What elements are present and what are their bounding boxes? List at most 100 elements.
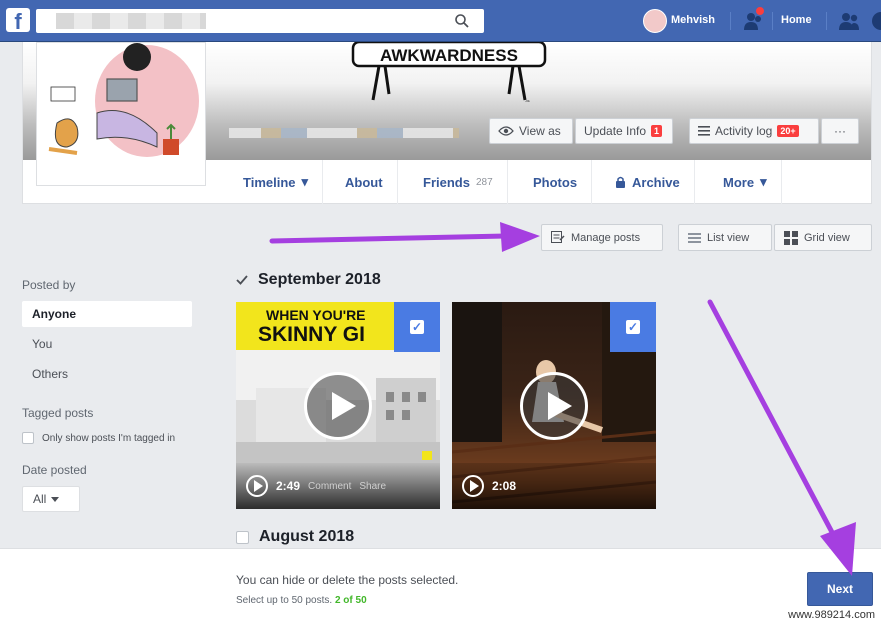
video-controls: 2:08 <box>452 463 656 509</box>
list-view-icon <box>688 232 701 243</box>
selection-instructions: You can hide or delete the posts selecte… <box>236 573 459 587</box>
cover-art-text: AWKWARDNESS <box>380 46 518 65</box>
home-link[interactable]: Home <box>781 14 812 26</box>
post-select-toggle[interactable]: ✓ <box>394 302 440 352</box>
checked-checkbox-icon: ✓ <box>626 320 640 334</box>
update-info-button[interactable]: Update Info 1 <box>575 118 673 144</box>
chevron-down-icon: ▾ <box>301 174 309 189</box>
search-input[interactable] <box>36 9 484 33</box>
search-icon[interactable] <box>454 13 470 29</box>
section-title: August 2018 <box>259 528 355 545</box>
section-header-september: September 2018 <box>236 271 381 289</box>
profile-illustration <box>48 43 199 157</box>
video-duration: 2:49 <box>276 479 301 493</box>
divider <box>826 12 827 30</box>
small-play-icon[interactable] <box>462 475 484 497</box>
play-icon[interactable] <box>304 372 372 440</box>
chevron-down-icon <box>51 496 60 502</box>
list-view-button[interactable]: List view <box>678 224 772 251</box>
post-select-toggle[interactable]: ✓ <box>610 302 656 352</box>
section-checkbox[interactable] <box>236 530 249 544</box>
small-play-icon[interactable] <box>246 475 268 497</box>
share-link[interactable]: Share <box>359 481 386 492</box>
grid-view-icon <box>784 230 798 245</box>
tagged-only-label: Only show posts I'm tagged in <box>42 432 176 444</box>
redacted-text <box>229 128 459 138</box>
grid-view-button[interactable]: Grid view <box>774 224 872 251</box>
tab-more[interactable]: More ▾ <box>709 160 782 204</box>
selection-limit-text: Select up to 50 posts. 2 of 50 <box>236 595 367 606</box>
tab-archive-label: Archive <box>632 174 680 190</box>
section-title: September 2018 <box>258 271 381 288</box>
posted-by-heading: Posted by <box>22 278 76 292</box>
people-icon[interactable] <box>838 10 860 32</box>
svg-text:@: @ <box>525 100 530 102</box>
tab-more-label: More <box>723 174 755 190</box>
more-options-button[interactable]: ··· <box>821 118 859 144</box>
lock-icon <box>616 176 625 188</box>
facebook-logo-icon[interactable]: f <box>6 8 30 32</box>
eye-icon <box>498 126 514 136</box>
list-icon <box>698 126 710 136</box>
profile-picture[interactable] <box>36 42 206 186</box>
selection-count: 2 of 50 <box>334 595 367 606</box>
tab-timeline[interactable]: Timeline ▾ <box>229 160 324 204</box>
tab-archive[interactable]: Archive <box>601 160 695 204</box>
selection-limit: Select up to 50 posts. <box>236 595 333 606</box>
annotation-arrow-icon <box>269 222 540 252</box>
update-info-badge: 1 <box>651 125 663 137</box>
search-text-redacted <box>56 13 206 29</box>
activity-log-label: Activity log <box>715 124 773 138</box>
tab-photos[interactable]: Photos <box>519 160 593 204</box>
cover-illustration: AWKWARDNESS @ <box>351 42 547 102</box>
tab-friends-label: Friends <box>423 174 470 190</box>
watermark: www.989214.com <box>788 609 875 621</box>
activity-log-badge: 20+ <box>777 125 799 137</box>
divider <box>772 12 773 30</box>
date-posted-value: All <box>33 492 47 506</box>
grid-view-label: Grid view <box>804 231 850 244</box>
tagged-only-option[interactable]: Only show posts I'm tagged in <box>22 432 175 444</box>
filter-others[interactable]: Others <box>22 361 192 387</box>
tab-friends[interactable]: Friends 287 <box>409 160 508 204</box>
tagged-only-checkbox[interactable] <box>22 432 34 444</box>
manage-posts-icon <box>551 231 565 243</box>
tab-timeline-label: Timeline <box>243 174 296 190</box>
friends-count: 287 <box>475 176 493 188</box>
section-header-august: August 2018 <box>236 528 354 546</box>
video-overlay-text: SKINNY GI <box>258 323 365 346</box>
list-view-label: List view <box>707 231 750 244</box>
video-post-1[interactable]: WHEN YOU'RE SKINNY GI 2:49 Comment Share… <box>236 302 440 509</box>
divider <box>730 12 731 30</box>
filter-you[interactable]: You <box>22 331 192 357</box>
manage-posts-label: Manage posts <box>571 231 641 244</box>
date-posted-heading: Date posted <box>22 463 87 477</box>
avatar[interactable] <box>643 9 667 33</box>
view-as-label: View as <box>519 124 561 138</box>
tab-photos-label: Photos <box>533 174 578 190</box>
tagged-posts-heading: Tagged posts <box>22 406 94 420</box>
tab-about-label: About <box>345 174 383 190</box>
more-options-icon: ··· <box>834 124 846 138</box>
checked-checkbox-icon: ✓ <box>410 320 424 334</box>
top-navigation-bar: f Mehvish Home <box>0 0 881 42</box>
activity-log-button[interactable]: Activity log 20+ <box>689 118 819 144</box>
filter-anyone[interactable]: Anyone <box>22 301 192 327</box>
profile-name-link[interactable]: Mehvish <box>671 14 715 26</box>
chevron-down-icon: ▾ <box>760 174 767 189</box>
checkmark-icon[interactable] <box>236 275 248 285</box>
manage-posts-button[interactable]: Manage posts <box>541 224 663 251</box>
comment-link[interactable]: Comment <box>308 481 351 492</box>
messenger-icon[interactable] <box>872 12 881 30</box>
play-icon[interactable] <box>520 372 588 440</box>
notification-dot <box>756 7 764 15</box>
video-duration: 2:08 <box>492 479 517 493</box>
annotation-arrow-icon <box>707 299 856 576</box>
update-info-label: Update Info <box>584 124 647 138</box>
view-as-button[interactable]: View as <box>489 118 573 144</box>
video-overlay-text: WHEN YOU'RE <box>266 307 366 323</box>
video-controls: 2:49 Comment Share <box>236 463 440 509</box>
date-posted-select[interactable]: All <box>22 486 80 512</box>
tab-about[interactable]: About <box>331 160 398 204</box>
video-post-2[interactable]: 2:08 ✓ <box>452 302 656 509</box>
